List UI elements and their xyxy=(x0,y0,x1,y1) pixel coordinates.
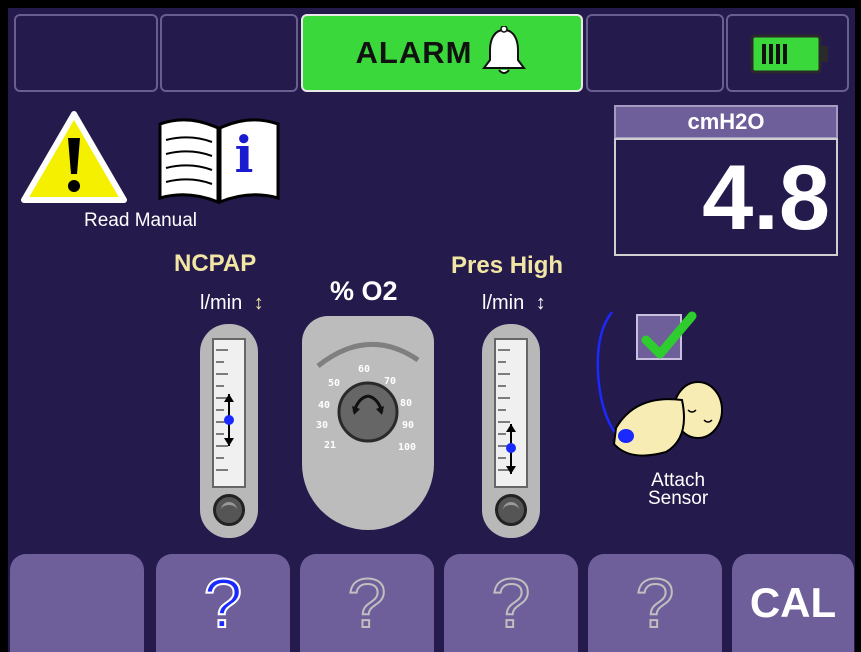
battery-button xyxy=(726,14,849,92)
cal-label: CAL xyxy=(749,579,837,626)
ncpap-unit: l/min xyxy=(200,292,243,314)
device-screen: ALARM i Read Manual cmH2O 4.8 NCPAP l/mi… xyxy=(8,8,855,652)
svg-text:i: i xyxy=(235,125,254,184)
read-manual-label: Read Manual xyxy=(84,210,198,231)
top-button-4[interactable] xyxy=(586,14,724,92)
ncpap-title: NCPAP xyxy=(174,250,257,277)
pres-high-flowmeter[interactable] xyxy=(482,324,540,538)
pres-high-tube xyxy=(494,338,528,488)
pres-high-unit-row: l/min ↕ xyxy=(482,292,546,315)
pres-high-unit: l/min xyxy=(482,292,525,314)
oxygen-dial[interactable]: 21 30 40 50 60 70 80 90 100 xyxy=(302,316,434,530)
o2-tick-30: 30 xyxy=(316,420,328,431)
pressure-display: cmH2O 4.8 xyxy=(614,105,838,256)
oxygen-scale: 21 30 40 50 60 70 80 90 100 xyxy=(316,341,420,453)
adjust-arrows-icon: ↕ xyxy=(535,292,546,314)
pres-high-title: Pres High xyxy=(451,252,564,279)
attach-sensor-label: Attach Sensor xyxy=(648,471,709,509)
ncpap-tube xyxy=(212,338,246,488)
pressure-unit: cmH2O xyxy=(614,105,838,139)
o2-tick-70: 70 xyxy=(384,376,396,387)
pres-high-knob[interactable] xyxy=(495,494,527,526)
help-question-icon: ? xyxy=(203,563,244,643)
bell-icon xyxy=(480,24,528,81)
warning-icon xyxy=(18,108,130,211)
o2-tick-21: 21 xyxy=(324,440,336,451)
top-button-2[interactable] xyxy=(160,14,298,92)
bottom-button-1[interactable] xyxy=(10,554,144,652)
o2-tick-40: 40 xyxy=(318,400,330,411)
ncpap-knob[interactable] xyxy=(213,494,245,526)
pressure-value: 4.8 xyxy=(614,138,838,256)
o2-tick-80: 80 xyxy=(400,398,412,409)
o2-tick-60: 60 xyxy=(358,364,370,375)
battery-icon xyxy=(750,34,830,79)
o2-tick-90: 90 xyxy=(402,420,414,431)
help-button-3[interactable]: ? xyxy=(444,554,578,652)
o2-tick-50: 50 xyxy=(328,378,340,389)
top-button-1[interactable] xyxy=(14,14,158,92)
ncpap-unit-row: l/min ↕ xyxy=(200,292,264,315)
attach-sensor-line2: Sensor xyxy=(648,488,709,509)
adjust-arrows-icon: ↕ xyxy=(253,292,264,314)
ncpap-flowmeter[interactable] xyxy=(200,324,258,538)
o2-tick-100: 100 xyxy=(398,442,416,453)
help-question-icon: ? xyxy=(347,563,388,643)
help-question-icon: ? xyxy=(635,563,676,643)
help-button-4[interactable]: ? xyxy=(588,554,722,652)
cal-button[interactable]: CAL xyxy=(732,554,854,652)
oxygen-title: % O2 xyxy=(330,276,398,306)
help-button-2[interactable]: ? xyxy=(300,554,434,652)
help-button-active[interactable]: ? xyxy=(156,554,290,652)
alarm-button[interactable]: ALARM xyxy=(301,14,583,92)
alarm-label: ALARM xyxy=(355,35,473,70)
infant-sensor-icon xyxy=(586,302,726,477)
help-question-icon: ? xyxy=(491,563,532,643)
manual-info-icon[interactable]: i xyxy=(154,110,284,215)
